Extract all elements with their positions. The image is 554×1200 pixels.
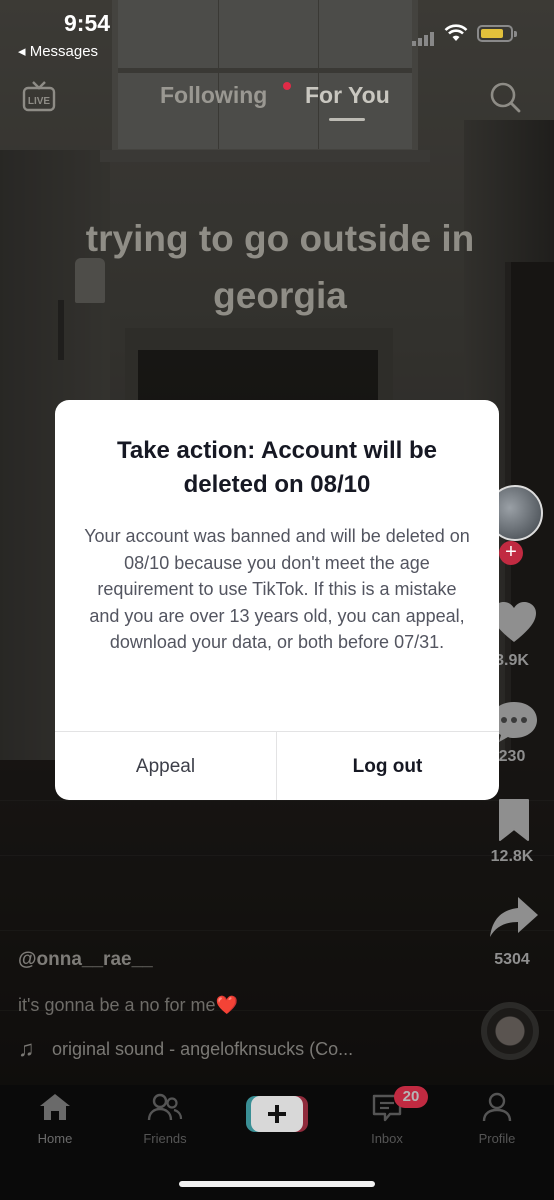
nav-home[interactable]: Home (10, 1092, 100, 1146)
status-time: 9:54 (64, 10, 111, 36)
cellular-signal-icon (412, 28, 436, 46)
wifi-icon (444, 24, 468, 41)
appeal-button[interactable]: Appeal (55, 732, 276, 800)
home-indicator[interactable] (179, 1181, 375, 1187)
dialog-actions: Appeal Log out (55, 731, 499, 800)
nav-friends[interactable]: Friends (120, 1092, 210, 1146)
create-plus-icon[interactable] (246, 1094, 308, 1134)
shares-count: 5304 (494, 951, 530, 968)
follow-plus-icon[interactable]: + (499, 541, 523, 565)
battery-icon (477, 25, 517, 42)
active-tab-indicator (329, 118, 365, 121)
following-new-dot (283, 82, 291, 90)
nav-friends-label: Friends (143, 1131, 187, 1146)
svg-text:LIVE: LIVE (28, 96, 51, 107)
nav-inbox-label: Inbox (371, 1131, 403, 1146)
sound-disc-icon[interactable] (481, 1002, 539, 1060)
dialog-title: Take action: Account will be deleted on … (116, 437, 438, 498)
share-arrow-icon[interactable] (486, 895, 542, 939)
bookmark-icon[interactable] (486, 798, 542, 842)
description-text: it's gonna be a no for me (18, 995, 216, 1015)
search-icon[interactable] (488, 80, 522, 114)
video-description: it's gonna be a no for me❤️ (18, 995, 238, 1016)
account-deletion-dialog: Take action: Account will be deleted on … (55, 400, 499, 800)
creator-username[interactable]: @onna__rae__ (18, 949, 153, 971)
home-icon (40, 1094, 70, 1120)
video-text-overlay: trying to go outside in georgia (85, 218, 475, 316)
tab-for-you[interactable]: For You (305, 82, 390, 109)
nav-home-label: Home (37, 1131, 73, 1146)
log-out-button[interactable]: Log out (277, 732, 498, 800)
sound-name[interactable]: original sound - angelofknsucks (Co... (52, 1039, 353, 1060)
tab-following[interactable]: Following (160, 82, 267, 109)
dialog-message: Your account was banned and will be dele… (84, 526, 470, 652)
friends-icon (147, 1093, 183, 1121)
profile-icon (482, 1092, 512, 1122)
saves-count: 12.8K (490, 848, 534, 865)
back-to-messages[interactable]: ◂ Messages (18, 42, 98, 60)
inbox-badge: 20 (394, 1086, 428, 1108)
live-tv-icon[interactable]: LIVE (22, 80, 56, 114)
nav-profile-label: Profile (478, 1131, 516, 1146)
nav-profile[interactable]: Profile (452, 1092, 542, 1146)
music-note-icon: ♫ (18, 1036, 35, 1061)
heart-emoji: ❤️ (215, 995, 238, 1015)
